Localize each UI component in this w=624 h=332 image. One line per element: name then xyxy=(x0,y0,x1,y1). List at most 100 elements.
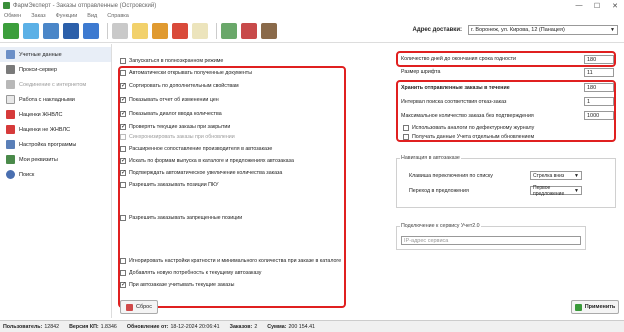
search-interval-input[interactable]: 1 xyxy=(584,97,614,106)
checkbox-label: Расширенное сопоставление производителя … xyxy=(129,146,273,152)
autoorder-navigation-group xyxy=(396,158,616,208)
checkbox-fullscreen[interactable]: Запускаться в полноэкранном режиме xyxy=(120,58,223,64)
status-updated-label: Обновление от: xyxy=(126,323,169,330)
sidebar-item-requisites[interactable]: Мои реквизиты xyxy=(0,152,111,167)
status-sum-label: Сумма: xyxy=(267,323,287,330)
checkbox[interactable] xyxy=(120,82,126,89)
font-size-label: Размер шрифта xyxy=(401,69,441,75)
checkbox-allow-forbidden[interactable]: Разрешить заказывать запрещенные позиции xyxy=(120,215,242,221)
checkbox[interactable] xyxy=(120,58,126,64)
status-orders-value: 2 xyxy=(254,323,258,330)
checkbox[interactable] xyxy=(120,157,126,164)
store-orders: Хранить отправленные заказы в течение xyxy=(401,85,510,91)
sidebar-item-invoices[interactable]: Работа с накладными xyxy=(0,92,111,107)
checkbox-add-demand[interactable]: Добавлять новую потребность к текущему а… xyxy=(120,270,261,276)
reset-button[interactable]: Сброс xyxy=(120,300,158,314)
sidebar-item-search[interactable]: Поиск xyxy=(0,167,111,182)
checkmark-icon xyxy=(574,303,582,311)
window-title: ФармЭксперт - Заказы отправленные (Остро… xyxy=(13,2,157,9)
max-qty-input[interactable]: 1000 xyxy=(584,111,614,120)
upload-icon[interactable] xyxy=(23,23,39,39)
sidebar-item-connection[interactable]: Соединение с интернетом xyxy=(0,77,111,92)
checkbox[interactable] xyxy=(120,123,126,130)
checkbox-extended-match[interactable]: Расширенное сопоставление производителя … xyxy=(120,146,272,152)
checkbox-sort-props[interactable]: Сортировать по дополнительным свойствам xyxy=(120,82,239,89)
checkbox-ignore-multiplicity[interactable]: Игнорировать настройки кратности и миним… xyxy=(120,258,341,264)
uchet-ip-input[interactable]: IP-адрес сервиса xyxy=(401,236,581,245)
sidebar-item-program-settings[interactable]: Настройка программы xyxy=(0,137,111,152)
menu-item-spravka[interactable]: Справка xyxy=(107,13,129,19)
checkbox-get-uchet[interactable]: Получать данные Учета отдельным обновлен… xyxy=(403,134,534,140)
days-to-expiry-input[interactable]: 180 xyxy=(584,55,614,64)
print-icon[interactable] xyxy=(112,23,128,39)
list-icon[interactable] xyxy=(152,23,168,39)
settings-icon xyxy=(6,140,15,149)
checkbox[interactable] xyxy=(403,125,409,131)
apply-button[interactable]: Применить xyxy=(571,300,619,314)
checkbox-label: Показывать диалог ввода количества xyxy=(129,111,222,117)
checkbox[interactable] xyxy=(120,169,126,176)
checkbox-sync-orders[interactable]: Синхронизировать заказы при обновлении xyxy=(120,134,235,140)
checkbox-label: Использовать аналоги по дефектурному жур… xyxy=(412,125,535,131)
checklist-icon[interactable] xyxy=(192,23,208,39)
refresh-icon[interactable] xyxy=(3,23,19,39)
switch-key-select[interactable]: Стрелка вниз ▼ xyxy=(530,171,582,180)
status-user-value: 12842 xyxy=(44,323,60,330)
checkbox[interactable] xyxy=(120,182,126,188)
checkbox[interactable] xyxy=(120,281,126,288)
checkbox-use-analogs[interactable]: Использовать аналоги по дефектурному жур… xyxy=(403,125,534,131)
title-bar: ФармЭксперт - Заказы отправленные (Остро… xyxy=(0,0,624,11)
tools-icon[interactable] xyxy=(261,23,277,39)
checkbox-label: При автозаказе учитывать текущие заказы xyxy=(129,282,235,288)
checkbox-check-orders[interactable]: Проверять текущие заказы при закрытии xyxy=(120,123,230,130)
basket-icon[interactable] xyxy=(83,23,99,39)
delivery-address-select[interactable]: г. Воронеж, ул. Кирова, 12 (Панацея) ▼ xyxy=(468,25,618,35)
checkbox[interactable] xyxy=(120,270,126,276)
flag-icon[interactable] xyxy=(221,23,237,39)
stamp-icon[interactable] xyxy=(241,23,257,39)
checkbox[interactable] xyxy=(403,134,409,140)
download-icon[interactable] xyxy=(43,23,59,39)
checkbox[interactable] xyxy=(120,146,126,152)
autoorder-navigation-title: Навигация в автозаказе xyxy=(400,155,461,161)
sidebar-item-account[interactable]: Учетные данные xyxy=(0,47,111,62)
checkbox[interactable] xyxy=(120,70,126,76)
store-orders-input[interactable]: 180 xyxy=(584,83,614,92)
checkbox-consider-current[interactable]: При автозаказе учитывать текущие заказы xyxy=(120,281,235,288)
checkbox[interactable] xyxy=(120,134,126,140)
reset-button-label: Сброс xyxy=(136,304,152,310)
days-to-expiry-label: Количество дней до окончания срока годно… xyxy=(401,56,516,62)
sidebar-item-markup-nonvital[interactable]: Наценки не ЖНВЛС xyxy=(0,122,111,137)
checkbox-price-report[interactable]: Показывать отчет об изменении цен xyxy=(120,96,219,103)
checkbox[interactable] xyxy=(120,96,126,103)
checkbox-qty-dialog[interactable]: Показывать диалог ввода количества xyxy=(120,110,222,117)
close-icon[interactable]: ✕ xyxy=(606,0,624,11)
max-qty-label: Максимальное количество заказа без подтв… xyxy=(401,113,534,119)
checkbox[interactable] xyxy=(120,215,126,221)
checkbox-label: Игнорировать настройки кратности и миним… xyxy=(129,258,342,264)
minimize-icon[interactable]: — xyxy=(570,0,588,11)
sidebar-item-markup-vital[interactable]: Наценки ЖНВЛС xyxy=(0,107,111,122)
checkbox-allow-pku[interactable]: Разрешить заказывать позиции ПКУ xyxy=(120,182,218,188)
checkbox-confirm-increase[interactable]: Подтверждать автоматическое увеличение к… xyxy=(120,169,282,176)
binoculars-icon[interactable] xyxy=(63,23,79,39)
delete-icon[interactable] xyxy=(172,23,188,39)
checkbox-label: Синхронизировать заказы при обновлении xyxy=(129,134,235,140)
font-size-input[interactable]: 11 xyxy=(584,68,614,77)
document-icon[interactable] xyxy=(132,23,148,39)
goto-offers-select[interactable]: Первое предложение ▼ xyxy=(530,185,582,197)
sidebar-item-proxy[interactable]: Прокси-сервер xyxy=(0,62,111,77)
checkbox-auto-open-docs[interactable]: Автоматически открывать полученные докум… xyxy=(120,70,252,76)
switch-key-value: Стрелка вниз xyxy=(533,172,565,179)
maximize-icon[interactable]: ☐ xyxy=(588,0,606,11)
font-size: Размер шрифта xyxy=(401,69,440,75)
menu-item-zakaz[interactable]: Заказ xyxy=(31,13,45,19)
checkbox[interactable] xyxy=(120,110,126,117)
menu-item-obmen[interactable]: Обмен xyxy=(4,13,21,19)
delivery-address-label: Адрес доставки: xyxy=(412,27,462,33)
checkbox-search-forms[interactable]: Искать по формам выпуска в каталоге и пр… xyxy=(120,157,294,164)
checkbox[interactable] xyxy=(120,258,126,264)
menu-item-funktsii[interactable]: Функции xyxy=(56,13,78,19)
settings-sidebar: Учетные данные Прокси-сервер Соединение … xyxy=(0,44,112,318)
menu-item-vid[interactable]: Вид xyxy=(87,13,97,19)
